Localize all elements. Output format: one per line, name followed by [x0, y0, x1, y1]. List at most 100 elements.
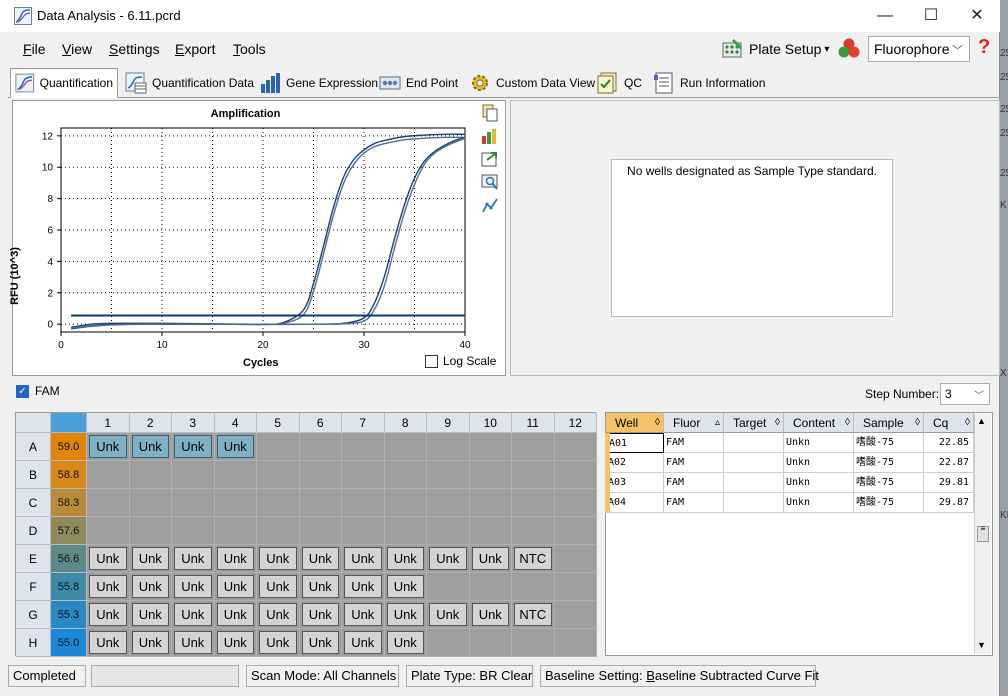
- plate-well[interactable]: [554, 461, 597, 489]
- plate-well[interactable]: [512, 573, 555, 601]
- column-header[interactable]: 9: [427, 413, 470, 433]
- column-header[interactable]: 1: [87, 413, 130, 433]
- plate-well[interactable]: Unk: [87, 573, 130, 601]
- menu-settings[interactable]: Settings: [109, 41, 160, 57]
- sort-icon[interactable]: ◊: [655, 413, 660, 433]
- close-button[interactable]: ✕: [954, 0, 1000, 32]
- fam-checkbox[interactable]: ✓: [16, 384, 29, 398]
- plate-well[interactable]: Unk: [214, 545, 257, 573]
- table-cell[interactable]: Unkn: [784, 473, 854, 493]
- menu-view[interactable]: View: [62, 41, 92, 57]
- plate-well[interactable]: [87, 517, 130, 545]
- plate-well[interactable]: Unk: [214, 629, 257, 657]
- plate-well[interactable]: [214, 517, 257, 545]
- log-scale-checkbox[interactable]: [425, 354, 438, 368]
- plate-well[interactable]: Unk: [342, 545, 385, 573]
- well-content[interactable]: Unk: [301, 603, 339, 626]
- plate-well[interactable]: [554, 629, 597, 657]
- help-icon[interactable]: ?: [978, 36, 990, 59]
- well-content[interactable]: Unk: [89, 547, 127, 570]
- plate-well[interactable]: Unk: [129, 545, 172, 573]
- plate-well[interactable]: Unk: [257, 629, 300, 657]
- step-number-select[interactable]: 3 ﹀: [940, 383, 990, 405]
- plate-well[interactable]: [129, 517, 172, 545]
- table-header-sample[interactable]: Sample ◊: [854, 413, 924, 433]
- chart-color-icon[interactable]: [481, 127, 499, 145]
- table-cell[interactable]: 22.85: [924, 433, 974, 453]
- well-content[interactable]: Unk: [216, 603, 254, 626]
- plate-well[interactable]: Unk: [87, 545, 130, 573]
- plate-well[interactable]: [427, 629, 470, 657]
- plate-well[interactable]: [469, 517, 512, 545]
- plate-well[interactable]: [214, 461, 257, 489]
- plate-well[interactable]: Unk: [299, 545, 342, 573]
- plate-well[interactable]: [554, 517, 597, 545]
- well-content[interactable]: Unk: [89, 603, 127, 626]
- table-cell[interactable]: 嗜酸-75: [854, 453, 924, 473]
- table-cell[interactable]: Unkn: [784, 453, 854, 473]
- plate-well[interactable]: [512, 433, 555, 461]
- column-header[interactable]: 7: [342, 413, 385, 433]
- row-header[interactable]: E: [16, 545, 51, 573]
- well-content[interactable]: Unk: [89, 435, 127, 458]
- plate-well[interactable]: [172, 461, 215, 489]
- column-header[interactable]: 8: [384, 413, 427, 433]
- scroll-thumb[interactable]: ≡: [977, 525, 989, 542]
- well-content[interactable]: Unk: [174, 547, 212, 570]
- plate-well[interactable]: Unk: [469, 545, 512, 573]
- table-header-target[interactable]: Target ◊: [724, 413, 784, 433]
- column-header[interactable]: 2: [129, 413, 172, 433]
- row-header[interactable]: A: [16, 433, 51, 461]
- well-content[interactable]: Unk: [344, 575, 382, 598]
- table-cell[interactable]: 29.81: [924, 473, 974, 493]
- well-content[interactable]: Unk: [174, 603, 212, 626]
- plate-well[interactable]: [427, 489, 470, 517]
- plate-well[interactable]: [427, 461, 470, 489]
- table-header-well[interactable]: Well ◊: [606, 413, 664, 433]
- plate-well[interactable]: Unk: [129, 629, 172, 657]
- well-content[interactable]: Unk: [344, 603, 382, 626]
- plate-well[interactable]: [554, 433, 597, 461]
- menu-file[interactable]: File: [23, 41, 46, 57]
- sort-icon[interactable]: ◊: [845, 413, 850, 433]
- column-header[interactable]: 6: [299, 413, 342, 433]
- well-content[interactable]: Unk: [386, 631, 424, 654]
- well-content[interactable]: Unk: [89, 575, 127, 598]
- plate-well[interactable]: [342, 517, 385, 545]
- table-cell[interactable]: A04: [606, 493, 664, 513]
- row-header[interactable]: D: [16, 517, 51, 545]
- plate-well[interactable]: [469, 433, 512, 461]
- plate-well[interactable]: [172, 489, 215, 517]
- plate-well[interactable]: [342, 489, 385, 517]
- well-content[interactable]: Unk: [174, 575, 212, 598]
- amplification-chart[interactable]: 0 10 20 30 40 0 2 4 6 8 10 12: [13, 101, 507, 377]
- well-content[interactable]: Unk: [216, 631, 254, 654]
- plate-well[interactable]: [214, 489, 257, 517]
- plate-well[interactable]: Unk: [384, 601, 427, 629]
- table-cell[interactable]: FAM: [664, 473, 724, 493]
- plate-setup-button[interactable]: Plate Setup ▾: [720, 36, 829, 62]
- table-cell[interactable]: [724, 453, 784, 473]
- plate-well[interactable]: [129, 461, 172, 489]
- plate-well[interactable]: [87, 461, 130, 489]
- well-content[interactable]: Unk: [259, 547, 297, 570]
- trace-style-icon[interactable]: [481, 196, 499, 214]
- table-cell[interactable]: FAM: [664, 493, 724, 513]
- export-chart-icon[interactable]: [481, 150, 499, 168]
- plate-well[interactable]: [299, 517, 342, 545]
- tab-qc[interactable]: QC: [592, 68, 647, 98]
- plate-well[interactable]: Unk: [172, 545, 215, 573]
- plate-well[interactable]: [469, 629, 512, 657]
- sort-icon[interactable]: ◊: [775, 413, 780, 433]
- sort-icon[interactable]: ◊: [965, 413, 970, 433]
- plate-well[interactable]: Unk: [427, 545, 470, 573]
- plate-well[interactable]: Unk: [214, 573, 257, 601]
- plate-well[interactable]: Unk: [172, 433, 215, 461]
- plate-well[interactable]: [384, 489, 427, 517]
- well-content[interactable]: Unk: [174, 435, 212, 458]
- plate-well[interactable]: [299, 461, 342, 489]
- plate-well[interactable]: Unk: [129, 601, 172, 629]
- plate-well[interactable]: [427, 573, 470, 601]
- plate-well[interactable]: Unk: [87, 629, 130, 657]
- zoom-chart-icon[interactable]: [481, 173, 499, 191]
